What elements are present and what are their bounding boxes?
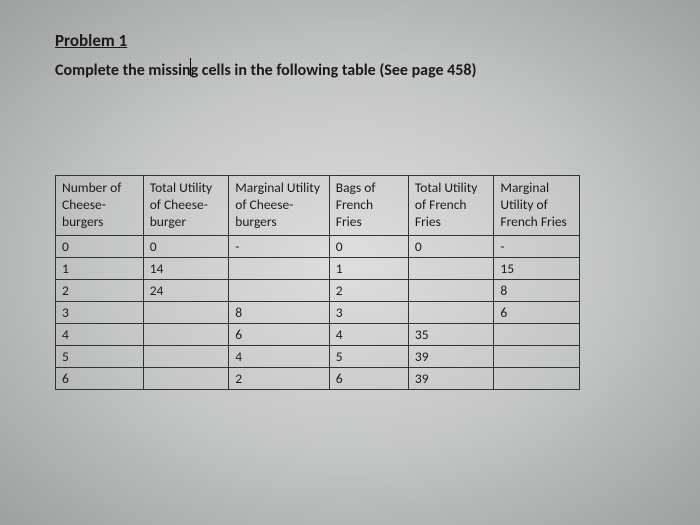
header-total-utility-fries: Total Utility of French Fries	[408, 176, 494, 236]
table-row: 2 24 2 8	[56, 279, 580, 301]
cell: 1	[56, 257, 144, 279]
table-body: 0 0 - 0 0 - 1 14 1 15 2 24 2 8	[56, 235, 580, 389]
table-header-row: Number of Cheese-burgers Total Utility o…	[56, 176, 580, 236]
cell	[229, 257, 330, 279]
cell: 35	[408, 323, 494, 345]
text-cursor	[190, 58, 191, 76]
cell: 5	[329, 345, 408, 367]
cell: 15	[494, 257, 580, 279]
cell: 4	[329, 323, 408, 345]
cell: 3	[329, 301, 408, 323]
cell	[143, 323, 229, 345]
cell: 2	[329, 279, 408, 301]
table-row: 4 6 4 35	[56, 323, 580, 345]
cell: 0	[408, 235, 494, 257]
table-row: 5 4 5 39	[56, 345, 580, 367]
cell: 3	[56, 301, 144, 323]
problem-title: Problem 1	[55, 30, 645, 51]
cell: 2	[229, 367, 330, 389]
table-row: 6 2 6 39	[56, 367, 580, 389]
cell	[408, 279, 494, 301]
cell: 1	[329, 257, 408, 279]
cell: 6	[56, 367, 144, 389]
header-bags-fries: Bags of French Fries	[329, 176, 408, 236]
cell	[143, 345, 229, 367]
cell: 0	[329, 235, 408, 257]
cell: 39	[408, 345, 494, 367]
header-cheeseburgers-count: Number of Cheese-burgers	[56, 176, 144, 236]
table-row: 3 8 3 6	[56, 301, 580, 323]
cell: 39	[408, 367, 494, 389]
cell: 14	[143, 257, 229, 279]
cell: 6	[229, 323, 330, 345]
cell	[494, 345, 580, 367]
cell: -	[229, 235, 330, 257]
table-row: 0 0 - 0 0 -	[56, 235, 580, 257]
cell: 6	[329, 367, 408, 389]
cell: -	[494, 235, 580, 257]
cell: 4	[56, 323, 144, 345]
header-marginal-utility-cheeseburger: Marginal Utility of Cheese-burgers	[229, 176, 330, 236]
cell: 5	[56, 345, 144, 367]
cell: 0	[143, 235, 229, 257]
cell: 2	[56, 279, 144, 301]
cell	[143, 367, 229, 389]
utility-table: Number of Cheese-burgers Total Utility o…	[55, 175, 580, 390]
header-total-utility-cheeseburger: Total Utility of Cheese-burger	[143, 176, 229, 236]
cell	[408, 301, 494, 323]
header-marginal-utility-fries: Marginal Utility of French Fries	[494, 176, 580, 236]
cell	[143, 301, 229, 323]
table-row: 1 14 1 15	[56, 257, 580, 279]
cell: 24	[143, 279, 229, 301]
cell: 4	[229, 345, 330, 367]
cell	[229, 279, 330, 301]
instruction-text: Complete the missing cells in the follow…	[55, 61, 645, 80]
cell: 8	[229, 301, 330, 323]
document-page: Problem 1 Complete the missing cells in …	[55, 30, 645, 390]
cell	[494, 367, 580, 389]
cell	[408, 257, 494, 279]
cell	[494, 323, 580, 345]
cell: 6	[494, 301, 580, 323]
cell: 8	[494, 279, 580, 301]
cell: 0	[56, 235, 144, 257]
